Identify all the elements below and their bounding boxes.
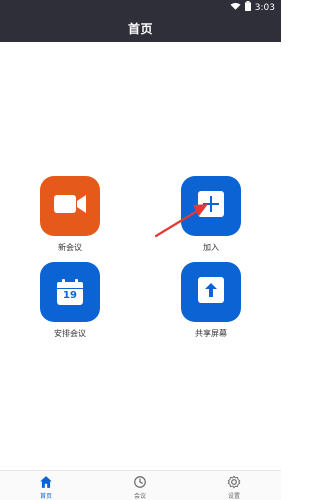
page-title: 首页 xyxy=(127,21,153,36)
header-bar: 首页 xyxy=(0,14,281,42)
upload-icon xyxy=(198,277,224,307)
schedule-meeting-button[interactable]: 19 xyxy=(40,262,100,322)
battery-icon xyxy=(244,1,251,15)
nav-settings-label: 设置 xyxy=(227,493,240,500)
status-time: 3:03 xyxy=(254,3,275,13)
nav-settings[interactable]: 设置 xyxy=(204,475,264,500)
calendar-icon: 19 xyxy=(57,279,83,305)
nav-home[interactable]: 首页 xyxy=(16,475,76,500)
video-camera-icon xyxy=(54,193,86,219)
share-screen-button[interactable] xyxy=(181,262,241,322)
share-screen-label: 共享屏幕 xyxy=(195,329,227,338)
wifi-icon xyxy=(230,2,241,15)
calendar-day-number: 19 xyxy=(63,290,77,301)
status-right: 3:03 xyxy=(230,1,275,15)
nav-home-label: 首页 xyxy=(39,493,52,500)
gear-icon xyxy=(227,475,241,489)
nav-meetings[interactable]: 会议 xyxy=(110,475,170,500)
annotation-arrow xyxy=(152,196,210,240)
status-bar: 3:03 xyxy=(0,0,281,14)
schedule-meeting-label: 安排会议 xyxy=(54,329,86,338)
clock-icon xyxy=(133,475,147,489)
new-meeting-label: 新会议 xyxy=(58,243,82,252)
new-meeting-button[interactable] xyxy=(40,176,100,236)
bottom-nav: 首页 会议 设置 xyxy=(0,470,281,500)
home-icon xyxy=(39,475,53,489)
join-meeting-label: 加入 xyxy=(203,243,219,252)
nav-meetings-label: 会议 xyxy=(133,493,146,500)
